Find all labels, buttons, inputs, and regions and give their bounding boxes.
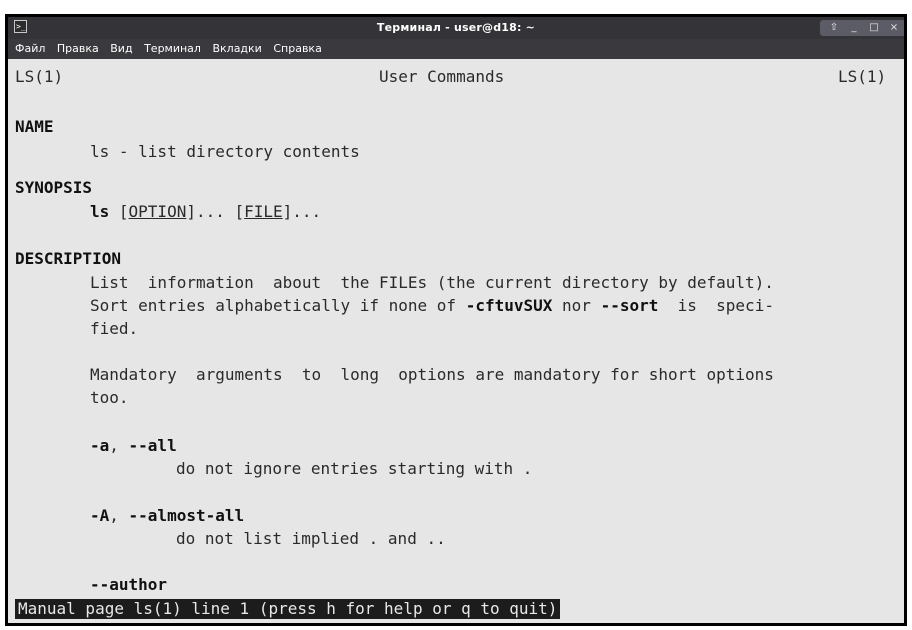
synopsis-line: ls [OPTION]... [FILE]... (90, 201, 321, 223)
description-line-1: List information about the FILEs (the cu… (90, 273, 774, 292)
close-button[interactable]: × (886, 20, 902, 36)
description-text: is speci- (658, 296, 774, 315)
option-separator: , (109, 506, 129, 525)
synopsis-option-arg: OPTION (128, 202, 187, 221)
description-text: nor (552, 296, 601, 315)
menu-view[interactable]: Вид (107, 39, 135, 59)
option-flags: -cftuvSUX (465, 296, 553, 315)
pin-icon[interactable]: ⇧ (826, 20, 842, 36)
menu-file[interactable]: Файл (12, 39, 48, 59)
synopsis-bracket: ]... (282, 202, 322, 221)
description-text: Sort entries alphabetically if none of (90, 296, 466, 315)
option-all: -a, --all (90, 435, 177, 457)
menu-tabs[interactable]: Вкладки (209, 39, 264, 59)
man-header-center: User Commands (379, 67, 505, 86)
minimize-button[interactable]: _ (846, 20, 862, 36)
menu-terminal[interactable]: Терминал (141, 39, 204, 59)
section-synopsis-heading: SYNOPSIS (15, 178, 93, 197)
window-controls: ⇧ _ □ × (820, 20, 904, 36)
option-almost-all-description: do not list implied . and .. (176, 529, 446, 548)
description-line-3: fied. (90, 319, 139, 338)
terminal-window: >_ Терминал - user@d18: ~ ⇧ _ □ × Файл П… (5, 14, 907, 626)
option-author: --author (90, 575, 168, 594)
synopsis-bracket: ]... [ (186, 202, 245, 221)
mandatory-line-1: Mandatory arguments to long options are … (90, 365, 774, 384)
description-line-2: Sort entries alphabetically if none of -… (90, 295, 774, 317)
option-short: -a (90, 436, 110, 455)
menu-edit[interactable]: Правка (54, 39, 102, 59)
synopsis-file-arg: FILE (244, 202, 283, 221)
name-text: ls - list directory contents (90, 142, 360, 161)
section-description-heading: DESCRIPTION (15, 249, 121, 268)
option-long: --almost-all (128, 506, 245, 525)
man-header-right: LS(1) (838, 67, 887, 86)
man-header-left: LS(1) (15, 67, 64, 86)
maximize-button[interactable]: □ (866, 20, 882, 36)
menu-help[interactable]: Справка (270, 39, 324, 59)
menu-bar: Файл Правка Вид Терминал Вкладки Справка (8, 39, 904, 59)
mandatory-line-2: too. (90, 388, 129, 407)
option-separator: , (109, 436, 129, 455)
option-sort: --sort (600, 296, 659, 315)
window-title: Терминал - user@d18: ~ (376, 21, 536, 34)
terminal-content[interactable]: LS(1) User Commands LS(1) NAME ls - list… (8, 59, 904, 623)
option-all-description: do not ignore entries starting with . (176, 459, 533, 478)
synopsis-bracket: [ (109, 202, 129, 221)
title-bar[interactable]: >_ Терминал - user@d18: ~ ⇧ _ □ × (8, 17, 904, 39)
pager-status-line: Manual page ls(1) line 1 (press h for he… (15, 599, 561, 619)
synopsis-command: ls (90, 202, 110, 221)
section-name-heading: NAME (15, 117, 54, 136)
option-short: -A (90, 506, 110, 525)
option-almost-all: -A, --almost-all (90, 505, 244, 527)
option-long: --all (128, 436, 177, 455)
